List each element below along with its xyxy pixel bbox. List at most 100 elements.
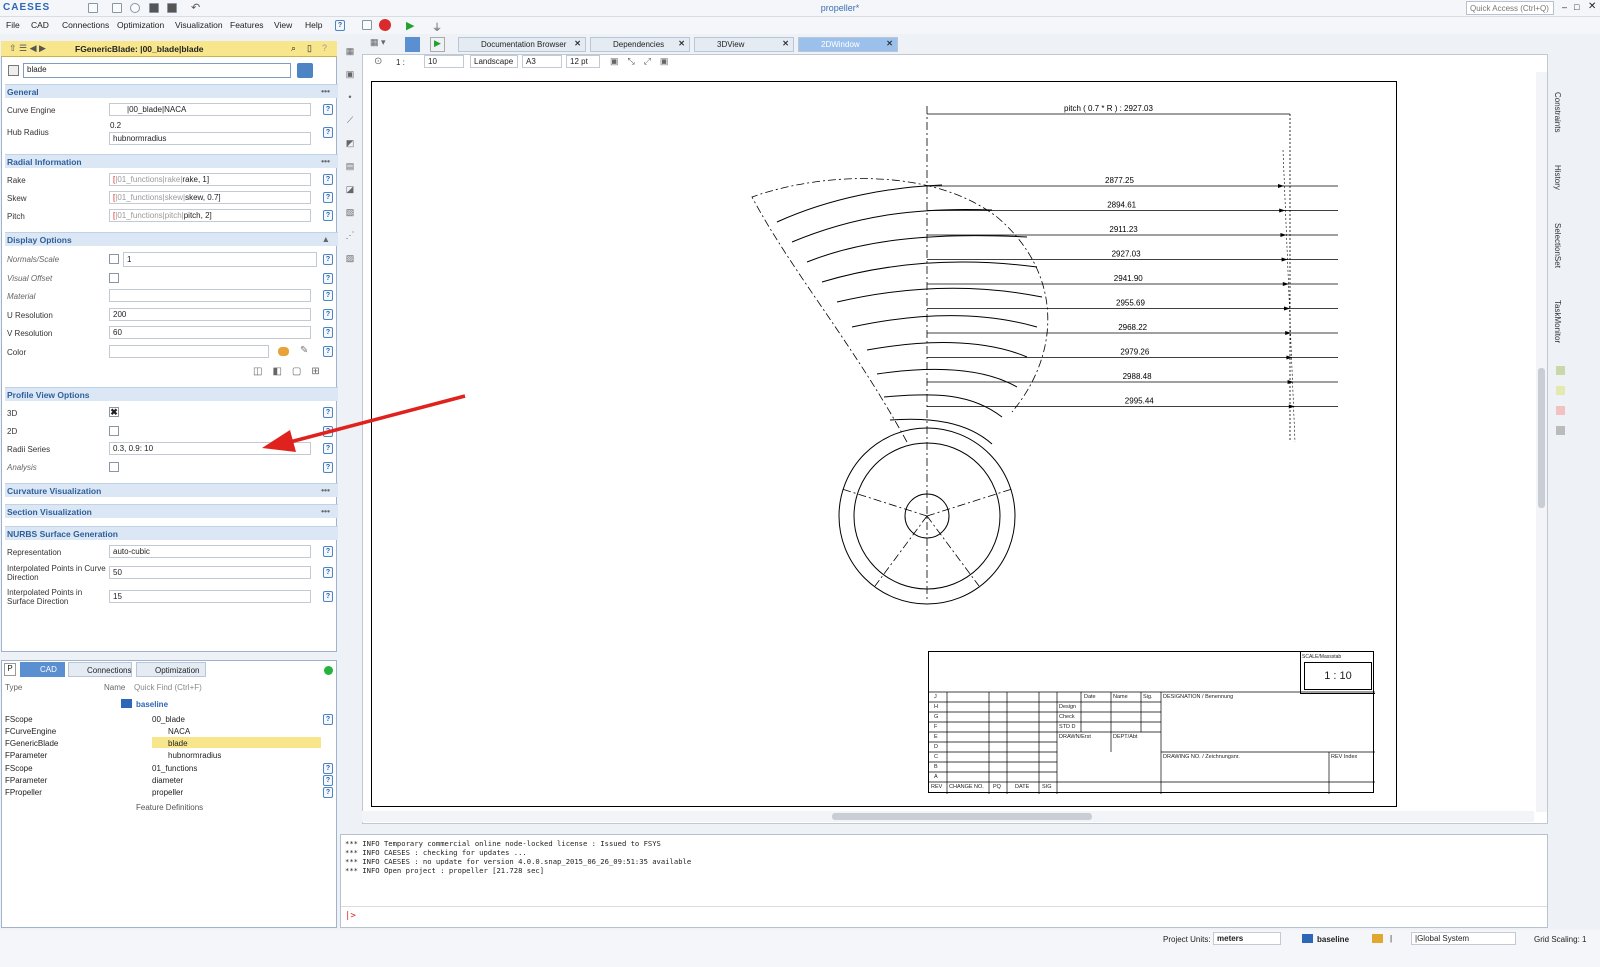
section-section-visualization[interactable]: Section Visualization ••• (5, 504, 338, 518)
side-tab-selectionset[interactable]: SelectionSet (1553, 223, 1562, 268)
tree-item-01-functions[interactable]: 01_functions (152, 764, 197, 773)
section-display-options[interactable]: Display Options ▲ (5, 232, 338, 246)
tree-item-00-blade[interactable]: 00_blade (152, 715, 185, 724)
close-tab-icon[interactable]: ✕ (574, 39, 581, 48)
cad-view-tab-icon[interactable] (405, 37, 420, 52)
tree-root-baseline[interactable]: baseline (136, 700, 168, 709)
export-icons[interactable]: ▣⤡⤢▣ (610, 56, 677, 67)
help-icon[interactable]: ? (323, 546, 333, 557)
color-field[interactable] (109, 345, 269, 358)
close-window-button[interactable]: ✕ (1588, 1, 1596, 12)
help-icon[interactable]: ? (323, 775, 333, 786)
menu-connections[interactable]: Connections (62, 20, 109, 30)
run-icon[interactable]: ▶ (406, 19, 414, 32)
help-icon[interactable]: ? (323, 714, 333, 725)
section-menu-icon[interactable]: ••• (321, 156, 330, 166)
menu-help[interactable]: Help (305, 20, 322, 30)
curve-engine-field[interactable]: |00_blade|NACA (109, 103, 311, 116)
print-settings-icon[interactable]: ⊙ (374, 56, 382, 67)
2d-checkbox[interactable] (109, 426, 119, 436)
collapse-icon[interactable]: ▲ (322, 234, 330, 244)
menu-optimization[interactable]: Optimization (117, 20, 164, 30)
help-icon[interactable]: ? (323, 210, 333, 221)
project-units-select[interactable]: meters (1213, 932, 1281, 945)
help-icon[interactable]: ? (323, 104, 333, 115)
help-icon[interactable]: ? (323, 192, 333, 203)
color-palette-icon[interactable] (278, 347, 289, 356)
font-size-select[interactable]: 12 pt (566, 55, 600, 68)
play-view-tab-icon[interactable]: ▶ (430, 37, 445, 52)
tree-item-diameter[interactable]: diameter (152, 776, 183, 785)
help-icon[interactable]: ? (323, 591, 333, 602)
maximize-button[interactable]: □ (1574, 2, 1579, 12)
menu-view[interactable]: View (274, 20, 292, 30)
pitch-field[interactable]: [|01_functions|pitch|pitch, 2] (109, 209, 311, 222)
tab-dependencies[interactable]: Dependencies ✕ (590, 37, 690, 52)
horizontal-scroll-thumb[interactable] (832, 813, 1092, 820)
menu-file[interactable]: File (6, 20, 20, 30)
horizontal-scrollbar[interactable] (362, 811, 1534, 822)
tree-tab-cad[interactable]: CAD (20, 662, 65, 677)
object-name-field[interactable]: blade (23, 63, 291, 78)
search-icon[interactable]: ⌕ (291, 43, 296, 54)
help-icon[interactable]: ? (323, 174, 333, 185)
section-menu-icon[interactable]: ••• (321, 86, 330, 96)
undo-icon[interactable]: ↶ (191, 1, 200, 14)
display-icons-row[interactable]: ◫◧▢⊞ (253, 366, 330, 377)
section-nurbs-surface-generation[interactable]: NURBS Surface Generation (5, 526, 338, 540)
visual-offset-checkbox[interactable] (109, 273, 119, 283)
side-tab-constraints[interactable]: Constraints (1553, 92, 1562, 132)
material-field[interactable] (109, 289, 311, 302)
help-icon[interactable]: ? (335, 20, 345, 31)
view-layout-icon[interactable]: ▦ ▾ (370, 37, 400, 52)
help-icon[interactable]: ? (323, 346, 333, 357)
curve-points-field[interactable]: 50 (109, 566, 311, 579)
pin-icon[interactable]: ⏚ (432, 19, 442, 34)
tree-item-blade[interactable]: blade (168, 739, 188, 748)
tree-tab-p[interactable]: P (4, 663, 16, 676)
side-tab-taskmonitor[interactable]: TaskMonitor (1553, 300, 1562, 343)
visibility-toggle[interactable] (297, 63, 313, 78)
help-icon[interactable]: ? (323, 327, 333, 338)
side-color-chips[interactable] (1556, 366, 1565, 435)
surface-points-field[interactable]: 15 (109, 590, 311, 603)
save-icon[interactable] (149, 3, 159, 13)
save-as-icon[interactable] (167, 3, 177, 13)
vertical-scroll-thumb[interactable] (1538, 368, 1545, 508)
help-icon[interactable]: ? (322, 43, 327, 53)
help-icon[interactable]: ? (323, 763, 333, 774)
analysis-checkbox[interactable] (109, 462, 119, 472)
tool-icons[interactable]: ▦ ▣ • ⟋ ◩ ▤ ◪ ▧ ⋰ ▨ (344, 40, 356, 270)
help-icon[interactable]: ? (323, 127, 333, 138)
section-curvature-visualization[interactable]: Curvature Visualization ••• (5, 483, 338, 497)
normals-checkbox[interactable] (109, 254, 119, 264)
tree-item-propeller[interactable]: propeller (152, 788, 183, 797)
menu-features[interactable]: Features (230, 20, 264, 30)
tree-item-feature-definitions[interactable]: Feature Definitions (136, 803, 203, 812)
tree-tab-optimization[interactable]: Optimization (136, 662, 206, 677)
close-tab-icon[interactable]: ✕ (886, 39, 893, 48)
menu-visualization[interactable]: Visualization (175, 20, 223, 30)
tree-item-hubnormradius[interactable]: hubnormradius (168, 751, 221, 760)
help-icon[interactable]: ? (323, 254, 333, 265)
paper-select[interactable]: A3 (522, 55, 562, 68)
section-menu-icon[interactable]: ••• (321, 485, 330, 495)
help-icon[interactable]: ? (323, 309, 333, 320)
help-icon[interactable]: ? (323, 787, 333, 798)
section-radial-information[interactable]: Radial Information ••• (5, 154, 338, 168)
hub-radius-field[interactable]: hubnormradius (109, 132, 311, 145)
tree-tab-connections[interactable]: Connections (68, 662, 132, 677)
representation-field[interactable]: auto-cubic (109, 545, 311, 558)
vertical-scrollbar[interactable] (1536, 72, 1547, 812)
new-project-icon[interactable] (112, 3, 122, 13)
tab-documentation-browser[interactable]: Documentation Browser ✕ (458, 37, 586, 52)
scale-input[interactable]: 10 (424, 55, 464, 68)
open-icon[interactable] (130, 3, 140, 13)
tab-2dwindow[interactable]: 2DWindow ✕ (798, 37, 898, 52)
close-tab-icon[interactable]: ✕ (782, 39, 789, 48)
quick-access-input[interactable]: Quick Access (Ctrl+Q) (1466, 1, 1554, 15)
coordinate-system-select[interactable]: |Global System (1411, 932, 1516, 945)
copy-icon[interactable] (362, 20, 372, 30)
v-resolution-field[interactable]: 60 (109, 326, 311, 339)
pencil-icon[interactable]: ✎ (300, 345, 308, 356)
